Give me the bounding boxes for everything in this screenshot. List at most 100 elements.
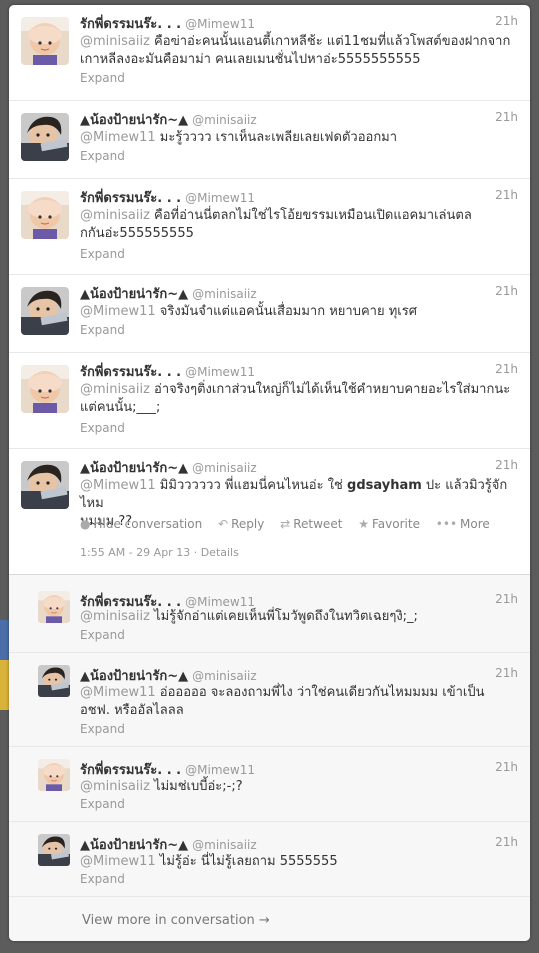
tweet-text: @minisaiiz อ่าจริงๆติ่งเกาส่วนใหญ่ก็ไม่ไ… (80, 381, 516, 417)
display-name[interactable]: ▲น้องป้ายน่ารัก~▲ (80, 113, 188, 128)
mention-link[interactable]: @minisaiiz (80, 208, 150, 223)
avatar[interactable] (38, 665, 70, 697)
username[interactable]: @minisaiiz (192, 669, 257, 683)
username[interactable]: @Mimew11 (185, 191, 255, 205)
timestamp[interactable]: 21h (495, 284, 518, 298)
expand-link[interactable]: Expand (80, 71, 125, 85)
reply-tweet[interactable]: รักพี่ดรรมนร๊ะ. . . @Mimew11 21h @minisai… (9, 575, 530, 653)
focused-tweet[interactable]: ▲น้องป้ายน่ารัก~▲ @minisaiiz 21h @Mimew11… (9, 449, 530, 575)
expand-link[interactable]: Expand (80, 628, 125, 642)
avatar[interactable] (21, 191, 69, 239)
timestamp[interactable]: 21h (495, 835, 518, 849)
reply-button[interactable]: ↶ Reply (218, 517, 264, 531)
tweet-text-line: ไม่มช่เบบี้อ่ะ;-;? (149, 779, 243, 794)
expand-link[interactable]: Expand (80, 722, 125, 736)
avatar[interactable] (21, 113, 69, 161)
tweet-actions: ● Hide conversation ↶ Reply ⇄ Retweet ★ Favo… (80, 517, 502, 531)
expand-link[interactable]: Expand (80, 872, 125, 886)
expand-link[interactable]: Expand (80, 149, 125, 163)
reply-label: Reply (231, 517, 265, 531)
username[interactable]: @Mimew11 (185, 365, 255, 379)
tweet-text: @minisaiiz คือที่อ่านนี่ตลกไม่ใช่ไรโอ้ยข… (80, 207, 516, 243)
details-link[interactable]: Details (201, 546, 239, 559)
timestamp[interactable]: 21h (495, 666, 518, 680)
expand-link[interactable]: Expand (80, 797, 125, 811)
timestamp[interactable]: 21h (495, 14, 518, 28)
mention-link[interactable]: @Mimew11 (80, 854, 156, 869)
avatar[interactable] (21, 17, 69, 65)
tweet-text-line: อชฟ. หรืออัลไลลล (80, 703, 184, 718)
timestamp[interactable]: 21h (495, 362, 518, 376)
timestamp[interactable]: 21h (495, 110, 518, 124)
mention-link[interactable]: @minisaiiz (80, 609, 150, 624)
username[interactable]: @Mimew11 (185, 595, 255, 609)
tweet[interactable]: รักพี่ดรรมนร๊ะ. . . @Mimew11 21h @minisai… (9, 5, 530, 101)
tweet-header: ▲น้องป้ายน่ารัก~▲ @minisaiiz 21h (80, 665, 518, 684)
display-name[interactable]: รักพี่ดรรมนร๊ะ. . . (80, 191, 181, 206)
display-name[interactable]: ▲น้องป้ายน่ารัก~▲ (80, 669, 188, 684)
display-name[interactable]: รักพี่ดรรมนร๊ะ. . . (80, 17, 181, 32)
tweet-text-line: ไม่รู้อ่ะ นี่ไม่รู้เลยถาม 5555555 (155, 854, 338, 869)
tweet-header: รักพี่ดรรมนร๊ะ. . . @Mimew11 21h (80, 187, 518, 206)
tweet-text-line: มะรู้วววว เราเห็นละเพลียเลยเฟดตัวออกมา (155, 130, 398, 145)
view-more-in-conversation-link[interactable]: View more in conversation → (82, 913, 270, 928)
username[interactable]: @minisaiiz (192, 287, 257, 301)
expand-link[interactable]: Expand (80, 421, 125, 435)
username[interactable]: @Mimew11 (185, 763, 255, 777)
more-label: More (460, 517, 490, 531)
tweet-text-line: แต่คนนั้น;___; (80, 400, 161, 415)
avatar[interactable] (38, 834, 70, 866)
display-name[interactable]: รักพี่ดรรมนร๊ะ. . . (80, 763, 181, 778)
tweet-header: รักพี่ดรรมนร๊ะ. . . @Mimew11 21h (80, 591, 518, 610)
tweet[interactable]: รักพี่ดรรมนร๊ะ. . . @Mimew11 21h @minisai… (9, 179, 530, 275)
tweet-text-line: มิมิวววววว พี่แฮมนี่คนไหนอ่ะ ใช่ (155, 478, 348, 493)
avatar[interactable] (21, 365, 69, 413)
mention-link[interactable]: @Mimew11 (80, 478, 156, 493)
display-name[interactable]: ▲น้องป้ายน่ารัก~▲ (80, 461, 188, 476)
more-button[interactable]: ••• More (436, 517, 490, 531)
timestamp[interactable]: 21h (495, 188, 518, 202)
timestamp[interactable]: 21h (495, 458, 518, 472)
retweet-button[interactable]: ⇄ Retweet (280, 517, 342, 531)
hide-conversation-button[interactable]: ● Hide conversation (80, 517, 202, 531)
username[interactable]: @minisaiiz (192, 113, 257, 127)
reply-tweet[interactable]: รักพี่ดรรมนร๊ะ. . . @Mimew11 21h @minisai… (9, 747, 530, 822)
background-strip-blue (0, 620, 9, 660)
avatar[interactable] (38, 591, 70, 623)
tweet-text: @Mimew11 จริงมันจำแต่แอคนั้นเสื่อมมาก หย… (80, 303, 516, 321)
tweet-header: รักพี่ดรรมนร๊ะ. . . @Mimew11 21h (80, 13, 518, 32)
full-timestamp[interactable]: 1:55 AM - 29 Apr 13 (80, 546, 190, 559)
reply-tweet[interactable]: ▲น้องป้ายน่ารัก~▲ @minisaiiz 21h @Mimew11… (9, 822, 530, 897)
mention-link[interactable]: @minisaiiz (80, 779, 150, 794)
tweet-text-line: อ่อออออ จะลองถามพี่ไง ว่าใช่คนเดียวกันไห… (155, 685, 485, 700)
tweet[interactable]: รักพี่ดรรมนร๊ะ. . . @Mimew11 21h @minisai… (9, 353, 530, 449)
mention-link[interactable]: @Mimew11 (80, 130, 156, 145)
tweet-text-line: อ่าจริงๆติ่งเกาส่วนใหญ่ก็ไม่ได้เห็นใช้คำ… (149, 382, 511, 397)
more-dots-icon: ••• (435, 517, 458, 531)
expand-link[interactable]: Expand (80, 323, 125, 337)
username[interactable]: @minisaiiz (192, 461, 257, 475)
avatar[interactable] (38, 759, 70, 791)
favorite-button[interactable]: ★ Favorite (358, 517, 420, 531)
tweet-meta: 1:55 AM - 29 Apr 13 · Details (80, 546, 239, 559)
tweet-header: รักพี่ดรรมนร๊ะ. . . @Mimew11 21h (80, 361, 518, 380)
avatar[interactable] (21, 287, 69, 335)
display-name[interactable]: ▲น้องป้ายน่ารัก~▲ (80, 287, 188, 302)
mention-link[interactable]: @minisaiiz (80, 382, 150, 397)
timestamp[interactable]: 21h (495, 592, 518, 606)
mention-link[interactable]: @minisaiiz (80, 34, 150, 49)
expand-link[interactable]: Expand (80, 247, 125, 261)
display-name[interactable]: รักพี่ดรรมนร๊ะ. . . (80, 365, 181, 380)
display-name[interactable]: ▲น้องป้ายน่ารัก~▲ (80, 838, 188, 853)
timestamp[interactable]: 21h (495, 760, 518, 774)
mention-link[interactable]: @Mimew11 (80, 685, 156, 700)
mention-link[interactable]: @Mimew11 (80, 304, 156, 319)
hide-conversation-label: Hide conversation (93, 517, 203, 531)
avatar[interactable] (21, 461, 69, 509)
tweet[interactable]: ▲น้องป้ายน่ารัก~▲ @minisaiiz 21h @Mimew11… (9, 275, 530, 353)
username[interactable]: @minisaiiz (192, 838, 257, 852)
tweet[interactable]: ▲น้องป้ายน่ารัก~▲ @minisaiiz 21h @Mimew11… (9, 101, 530, 179)
reply-tweet[interactable]: ▲น้องป้ายน่ารัก~▲ @minisaiiz 21h @Mimew11… (9, 653, 530, 747)
tweet-text-line: จริงมันจำแต่แอคนั้นเสื่อมมาก หยาบคาย ทุเ… (155, 304, 417, 319)
username[interactable]: @Mimew11 (185, 17, 255, 31)
